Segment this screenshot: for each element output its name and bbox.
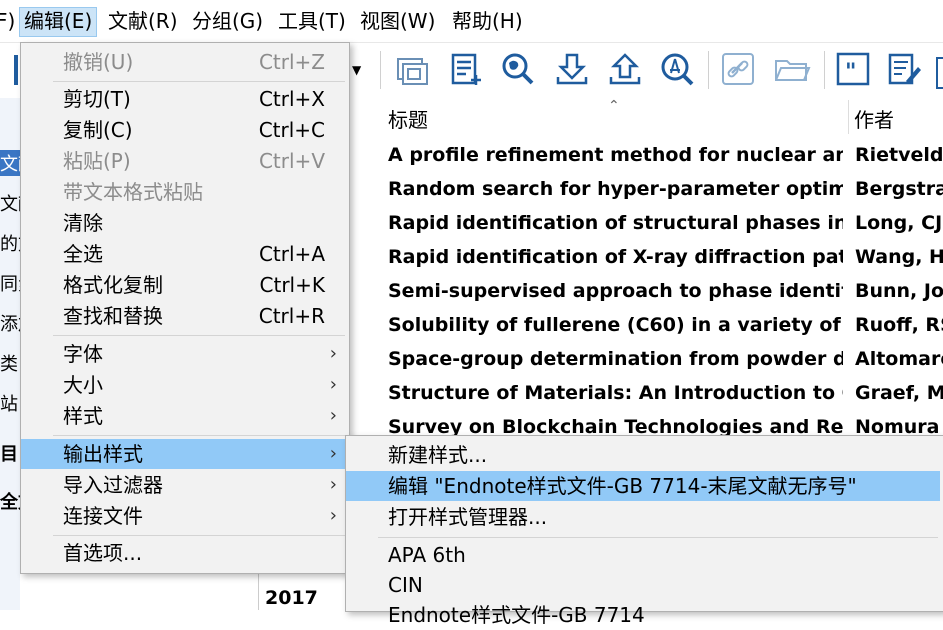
submenu-arrow-icon: › xyxy=(329,374,337,395)
menu-item-preferences[interactable]: 首选项... xyxy=(21,538,349,568)
online-search-icon[interactable] xyxy=(498,49,538,89)
row-title: Structure of Materials: An Introduction … xyxy=(388,382,843,404)
menu-file[interactable]: F) xyxy=(0,8,19,36)
submenu-item-edit-style[interactable]: 编辑 "Endnote样式文件-GB 7714-末尾文献无序号" xyxy=(346,471,940,501)
download-icon[interactable] xyxy=(552,49,592,89)
row-title: Random search for hyper-parameter optimi… xyxy=(388,178,843,200)
menu-view[interactable]: 视图(W) xyxy=(356,8,439,36)
group-item[interactable]: 同步 xyxy=(0,270,20,296)
menu-references[interactable]: 文献(R) xyxy=(104,8,182,36)
row-author: Graef, M xyxy=(855,382,943,404)
table-row[interactable]: Rapid identification of X-ray diffractio… xyxy=(388,246,943,280)
row-title: Rapid identification of structural phase… xyxy=(388,212,843,234)
menu-groups[interactable]: 分组(G) xyxy=(188,8,267,36)
toolbar-separator xyxy=(708,51,709,89)
menu-item-find-replace[interactable]: 查找和替换 Ctrl+R xyxy=(21,301,349,331)
menu-item-undo: 撤销(U) Ctrl+Z xyxy=(63,50,325,74)
row-author: Bergstra, xyxy=(855,178,943,200)
groups-panel: 文献 文献 的文 同步 添加 类 站 目 全文 xyxy=(0,98,20,610)
quote-icon[interactable]: " xyxy=(833,49,873,89)
menu-item-select-all[interactable]: 全选 Ctrl+A xyxy=(21,239,349,269)
link-icon[interactable] xyxy=(718,49,758,89)
output-styles-submenu: 新建样式... 编辑 "Endnote样式文件-GB 7714-末尾文献无序号"… xyxy=(345,435,943,627)
table-row[interactable]: Solubility of fullerene (C60) in a varie… xyxy=(388,314,943,348)
row-title: Space-group determination from powder di… xyxy=(388,348,843,370)
pdf-icon[interactable] xyxy=(657,49,697,89)
group-item[interactable]: 类 xyxy=(0,350,20,376)
menu-separator xyxy=(53,435,345,436)
row-title: A profile refinement method for nuclear … xyxy=(388,144,843,166)
submenu-item-new-style[interactable]: 新建样式... xyxy=(346,440,940,470)
svg-text:": " xyxy=(845,60,856,85)
group-item[interactable]: 的文 xyxy=(0,230,20,256)
submenu-item-style-cin[interactable]: CIN xyxy=(346,570,940,600)
table-row[interactable]: Space-group determination from powder di… xyxy=(388,348,943,382)
group-heading: 全文 xyxy=(0,492,20,513)
menu-item-cut[interactable]: 剪切(T) Ctrl+X xyxy=(21,84,349,114)
menu-item-paste: 粘贴(P) Ctrl+V xyxy=(63,149,325,173)
menu-item-copy-formatted[interactable]: 格式化复制 Ctrl+K xyxy=(21,270,349,300)
group-heading: 目 xyxy=(0,444,18,465)
dropdown-arrow-icon[interactable]: ▼ xyxy=(352,63,361,77)
group-item[interactable]: 文献 xyxy=(0,190,20,216)
row-title: Solubility of fullerene (C60) in a varie… xyxy=(388,314,843,336)
edit-menu: 撤销(U) Ctrl+Z 剪切(T) Ctrl+X 复制(C) Ctrl+C 粘贴(P… xyxy=(20,42,350,574)
menu-separator xyxy=(53,81,345,82)
menu-help[interactable]: 帮助(H) xyxy=(448,8,527,36)
upload-icon[interactable] xyxy=(605,49,645,89)
group-item[interactable]: 添加 xyxy=(0,310,20,336)
edit-icon[interactable] xyxy=(884,49,924,89)
submenu-arrow-icon: › xyxy=(329,343,337,364)
row-title: Semi-supervised approach to phase identi… xyxy=(388,280,843,302)
table-row[interactable]: Random search for hyper-parameter optimi… xyxy=(388,178,943,212)
menu-item-style[interactable]: 样式 › xyxy=(21,401,349,431)
table-row[interactable]: Semi-supervised approach to phase identi… xyxy=(388,280,943,314)
menu-item-clear[interactable]: 清除 xyxy=(21,208,349,238)
submenu-item-open-style-manager[interactable]: 打开样式管理器... xyxy=(346,502,940,532)
menu-item-font[interactable]: 字体 › xyxy=(21,339,349,369)
toolbar-edge xyxy=(14,55,18,85)
menu-edit[interactable]: 编辑(E) xyxy=(19,7,98,37)
menu-item-connection-files[interactable]: 连接文件 › xyxy=(21,501,349,531)
column-header-author[interactable]: 作者 xyxy=(854,104,894,133)
menu-separator xyxy=(53,335,345,336)
toolbar-overflow xyxy=(936,57,943,89)
new-group-icon[interactable] xyxy=(392,49,432,89)
row-author: Long, CJ; xyxy=(855,212,943,234)
column-divider[interactable] xyxy=(848,100,849,134)
submenu-arrow-icon: › xyxy=(329,474,337,495)
column-header-title[interactable]: 标题 xyxy=(388,104,428,133)
menu-item-paste-formatted: 带文本格式粘贴 xyxy=(63,180,203,204)
menu-item-copy[interactable]: 复制(C) Ctrl+C xyxy=(21,115,349,145)
submenu-arrow-icon: › xyxy=(329,405,337,426)
folder-icon[interactable] xyxy=(772,49,812,89)
group-item[interactable]: 文献 xyxy=(0,150,20,176)
submenu-item-style-gb7714[interactable]: Endnote样式文件-GB 7714 xyxy=(346,600,940,630)
menu-item-output-styles[interactable]: 输出样式 › xyxy=(21,439,349,469)
row-author: Rietveld, xyxy=(855,144,943,166)
menu-tools[interactable]: 工具(T) xyxy=(274,8,350,36)
toolbar-separator xyxy=(380,51,381,89)
table-row[interactable]: A profile refinement method for nuclear … xyxy=(388,144,943,178)
row-title: Rapid identification of X-ray diffractio… xyxy=(388,246,843,268)
group-item[interactable]: 站 xyxy=(0,390,20,416)
submenu-arrow-icon: › xyxy=(329,443,337,464)
row-author: Wang, Ho xyxy=(855,246,943,268)
row-author: Altomare xyxy=(855,348,943,370)
menu-separator xyxy=(378,537,938,538)
menu-item-import-filters[interactable]: 导入过滤器 › xyxy=(21,470,349,500)
year-value: 2017 xyxy=(265,587,318,609)
sort-indicator-icon: ⌃ xyxy=(608,98,620,114)
submenu-item-style-apa[interactable]: APA 6th xyxy=(346,540,940,570)
submenu-arrow-icon: › xyxy=(329,505,337,526)
menu-item-size[interactable]: 大小 › xyxy=(21,370,349,400)
toolbar-separator xyxy=(824,51,825,89)
row-author: Bunn, Jon xyxy=(855,280,943,302)
new-reference-icon[interactable] xyxy=(446,49,486,89)
row-author: Ruoff, RS xyxy=(855,314,943,336)
table-row[interactable]: Rapid identification of structural phase… xyxy=(388,212,943,246)
menu-separator xyxy=(53,535,345,536)
menubar: F) 编辑(E) 文献(R) 分组(G) 工具(T) 视图(W) 帮助(H) xyxy=(0,0,943,42)
table-row[interactable]: Structure of Materials: An Introduction … xyxy=(388,382,943,416)
